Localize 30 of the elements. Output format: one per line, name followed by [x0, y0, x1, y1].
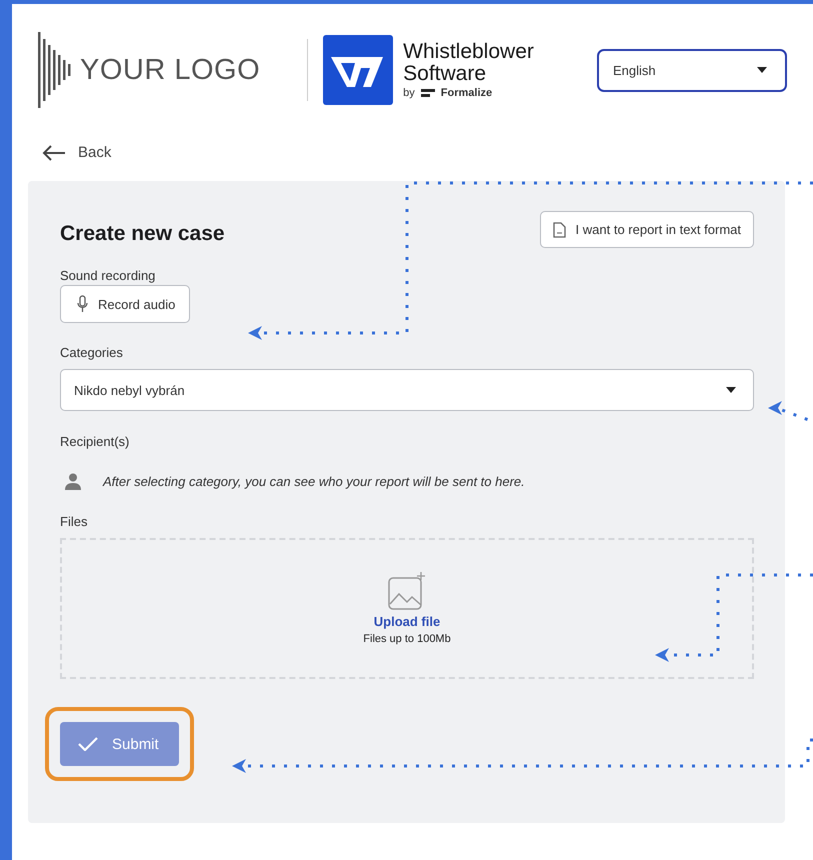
byline-text: by — [403, 87, 415, 99]
file-size-hint: Files up to 100Mb — [363, 633, 451, 645]
caret-icon — [757, 67, 767, 73]
text-format-button[interactable]: I want to report in text format — [540, 211, 754, 248]
logo-text: YOUR LOGO — [80, 54, 260, 86]
add-image-icon — [388, 572, 426, 610]
brand-name: Whistleblower — [403, 41, 534, 63]
categories-select[interactable]: Nikdo nebyl vybrán — [60, 369, 754, 411]
microphone-icon — [77, 295, 88, 313]
field-label: Recipient(s) — [60, 434, 130, 449]
language-select[interactable]: English — [597, 48, 787, 92]
caret-icon — [726, 387, 736, 393]
sound-wave-logo-icon — [38, 32, 72, 108]
back-link[interactable]: Back — [42, 144, 112, 161]
record-audio-button[interactable]: Record audio — [60, 285, 190, 323]
recipients-hint: After selecting category, you can see who your report will be sent to here. — [103, 474, 525, 489]
upload-file-link[interactable]: Upload file — [374, 614, 440, 629]
back-arrow-icon — [42, 144, 66, 160]
form-title: Create new case — [60, 222, 225, 246]
field-label: Files — [60, 514, 88, 529]
formalize-logo-icon — [420, 88, 435, 98]
field-label: Sound recording — [60, 268, 156, 283]
maker-name: Formalize — [440, 87, 492, 99]
field-label: Categories — [60, 345, 124, 360]
person-icon — [65, 473, 81, 490]
file-drop-zone[interactable]: Upload file Files up to 100Mb — [60, 538, 754, 679]
document-icon — [552, 222, 566, 238]
check-icon — [78, 737, 98, 751]
brand-logo-icon — [323, 35, 394, 105]
brand-name: Software — [403, 63, 488, 85]
